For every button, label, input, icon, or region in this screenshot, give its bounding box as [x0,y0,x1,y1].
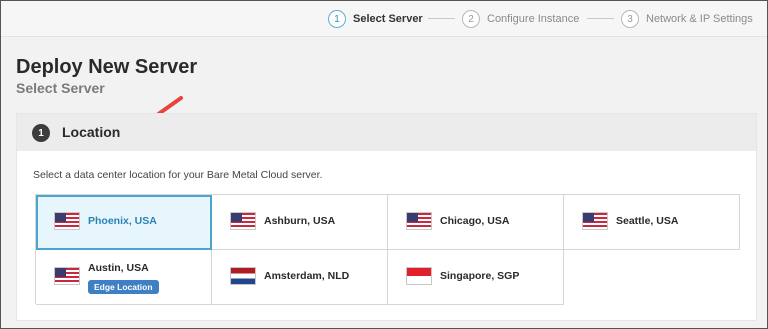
location-label: Chicago, USA [440,215,510,227]
page-subtitle: Select Server [16,80,105,96]
location-label: Phoenix, USA [88,215,157,227]
location-section-header: 1 Location [16,113,757,151]
us-flag-icon [54,267,80,285]
location-label: Seattle, USA [616,215,679,227]
location-label: Amsterdam, NLD [264,270,350,282]
section-description: Select a data center location for your B… [33,169,323,181]
page-title: Deploy New Server [16,56,198,78]
step-configure-instance[interactable]: 2 Configure Instance [462,9,579,29]
location-label: Austin, USA [88,262,149,274]
step-number: 1 [328,10,346,28]
edge-location-badge: Edge Location [88,280,159,294]
section-number-badge: 1 [32,124,50,142]
location-option-chicago[interactable]: Chicago, USA [388,195,564,250]
location-option-phoenix[interactable]: Phoenix, USA [36,195,212,250]
step-label: Configure Instance [487,13,580,25]
section-title: Location [62,124,121,140]
location-option-ashburn[interactable]: Ashburn, USA [212,195,388,250]
step-number: 3 [621,10,639,28]
empty-grid-cell [564,250,740,305]
step-network-ip-settings[interactable]: 3 Network & IP Settings [621,9,753,29]
sg-flag-icon [406,267,432,285]
location-option-seattle[interactable]: Seattle, USA [564,195,740,250]
step-connector [587,18,614,19]
location-option-amsterdam[interactable]: Amsterdam, NLD [212,250,388,305]
location-section-body: Select a data center location for your B… [16,151,757,321]
step-label: Select Server [353,13,423,25]
location-label: Singapore, SGP [440,270,520,282]
step-select-server[interactable]: 1 Select Server [328,9,423,29]
us-flag-icon [230,212,256,230]
location-option-singapore[interactable]: Singapore, SGP [388,250,564,305]
us-flag-icon [406,212,432,230]
location-grid: Phoenix, USA Ashburn, USA Chicago, USA S… [35,194,740,305]
nl-flag-icon [230,267,256,285]
step-connector [428,18,455,19]
us-flag-icon [582,212,608,230]
step-number: 2 [462,10,480,28]
app-frame: 1 Select Server 2 Configure Instance 3 N… [0,0,768,329]
us-flag-icon [54,212,80,230]
location-label: Ashburn, USA [264,215,336,227]
deploy-stepper: 1 Select Server 2 Configure Instance 3 N… [1,1,767,37]
location-option-austin[interactable]: Austin, USA Edge Location [36,250,212,305]
step-label: Network & IP Settings [646,13,753,25]
